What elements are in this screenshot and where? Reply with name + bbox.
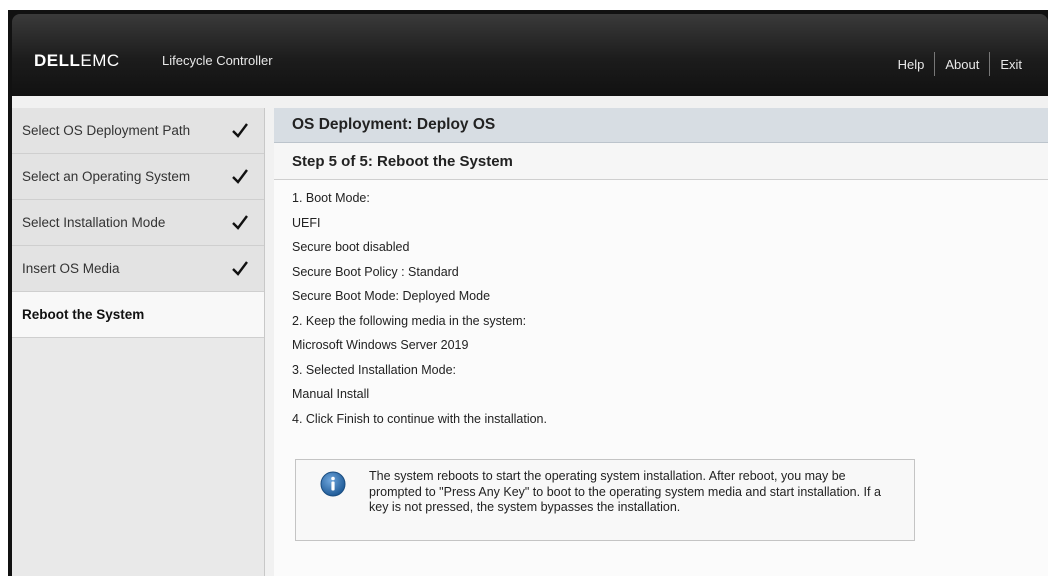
sidebar-item-label: Select an Operating System <box>22 169 191 184</box>
sidebar-item-reboot-the-system[interactable]: Reboot the System <box>12 292 264 338</box>
logo-dell: DELL <box>34 51 81 70</box>
wizard-steps-sidebar: Select OS Deployment Path Select an Oper… <box>12 108 265 576</box>
exit-link[interactable]: Exit <box>990 57 1032 72</box>
sidebar-item-select-an-operating-system[interactable]: Select an Operating System <box>12 154 264 200</box>
check-icon <box>232 215 248 230</box>
check-icon <box>232 123 248 138</box>
summary-list: 1. Boot Mode: UEFI Secure boot disabled … <box>274 180 1048 431</box>
dell-emc-logo: DELLEMC <box>34 51 120 71</box>
summary-line: UEFI <box>292 215 321 230</box>
info-message-box: The system reboots to start the operatin… <box>295 459 915 541</box>
page-title: OS Deployment: Deploy OS <box>274 108 1048 143</box>
header-menu: Help About Exit <box>888 52 1032 76</box>
app-header: DELLEMC Lifecycle Controller Help About … <box>12 14 1048 96</box>
sidebar-item-select-os-deployment-path[interactable]: Select OS Deployment Path <box>12 108 264 154</box>
main-panel: OS Deployment: Deploy OS Step 5 of 5: Re… <box>274 108 1048 576</box>
summary-line: 1. Boot Mode: <box>292 191 370 205</box>
sidebar-item-label: Insert OS Media <box>22 261 120 276</box>
summary-line: Microsoft Windows Server 2019 <box>292 338 469 352</box>
sidebar-item-select-installation-mode[interactable]: Select Installation Mode <box>12 200 264 246</box>
summary-line: 2. Keep the following media in the syste… <box>292 313 527 328</box>
check-icon <box>232 169 248 184</box>
sidebar-item-insert-os-media[interactable]: Insert OS Media <box>12 246 264 292</box>
info-icon <box>320 471 346 497</box>
sidebar-item-label: Reboot the System <box>22 307 145 322</box>
summary-line: 4. Click Finish to continue with the ins… <box>292 411 547 426</box>
summary-line: Secure Boot Policy : Standard <box>292 264 459 279</box>
content-area: Select OS Deployment Path Select an Oper… <box>12 96 1048 576</box>
product-name: Lifecycle Controller <box>162 53 273 68</box>
summary-line: Secure boot disabled <box>292 240 410 254</box>
about-link[interactable]: About <box>935 57 989 72</box>
sidebar-item-label: Select Installation Mode <box>22 215 166 230</box>
check-icon <box>232 261 248 276</box>
summary-line: Secure Boot Mode: Deployed Mode <box>292 289 491 303</box>
step-heading: Step 5 of 5: Reboot the System <box>274 143 1048 180</box>
summary-line: Manual Install <box>292 387 370 401</box>
sidebar-item-label: Select OS Deployment Path <box>22 123 191 138</box>
info-message-text: The system reboots to start the operatin… <box>369 469 881 514</box>
help-link[interactable]: Help <box>888 57 935 72</box>
logo-emc: EMC <box>80 51 120 70</box>
summary-line: 3. Selected Installation Mode: <box>292 362 456 377</box>
